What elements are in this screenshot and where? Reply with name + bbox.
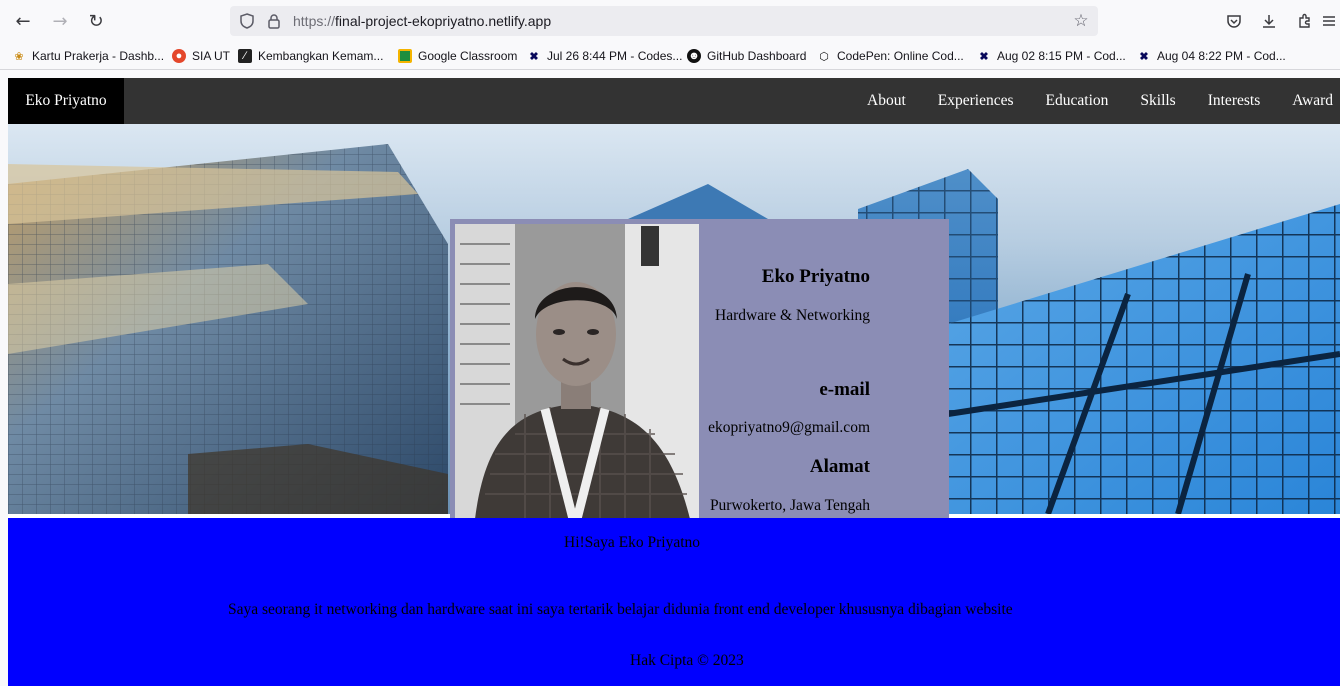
lock-icon[interactable] — [265, 13, 283, 29]
extensions-icon[interactable] — [1295, 11, 1315, 31]
nav-skills[interactable]: Skills — [1140, 92, 1175, 110]
pocket-icon[interactable] — [1224, 11, 1244, 31]
address-heading: Alamat — [809, 456, 870, 477]
bookmark-item[interactable]: ⬡ CodePen: Online Cod... — [817, 47, 964, 65]
nav-education[interactable]: Education — [1046, 92, 1109, 110]
dicoding-icon: ∕ — [238, 49, 252, 63]
codepen-icon: ⬡ — [819, 50, 829, 63]
google-classroom-icon — [398, 49, 412, 63]
nav-interests[interactable]: Interests — [1208, 92, 1261, 110]
about-description: Saya seorang it networking dan hardware … — [228, 601, 1013, 618]
web-page: Eko Priyatno About Experiences Education… — [8, 78, 1340, 686]
bookmark-item[interactable]: ∕ Kembangkan Kemam... — [238, 47, 383, 65]
top-navbar: Eko Priyatno About Experiences Education… — [8, 78, 1340, 124]
back-arrow-icon[interactable]: ← — [11, 9, 35, 33]
email-value: ekopriyatno9@gmail.com — [708, 419, 870, 436]
bookmark-item[interactable]: ☻ GitHub Dashboard — [687, 47, 806, 65]
bookmark-item[interactable]: ✖ Jul 26 8:44 PM - Codes... — [527, 47, 682, 65]
bookmark-item[interactable]: ✖ Aug 02 8:15 PM - Cod... — [977, 47, 1125, 65]
email-heading: e-mail — [819, 379, 870, 400]
github-icon: ☻ — [687, 49, 701, 63]
bookmarks-bar: ❀ Kartu Prakerja - Dashb... ● SIA UT ∕ Kemb… — [0, 42, 1340, 70]
shield-icon[interactable] — [238, 13, 256, 29]
codesandbox-icon: ✖ — [529, 50, 539, 63]
url-text[interactable]: https://final-project-ekopriyatno.netlif… — [293, 13, 551, 29]
download-icon[interactable] — [1259, 11, 1279, 31]
forward-arrow-icon[interactable]: → — [48, 9, 72, 33]
about-section: Hi!Saya Eko Priyatno Saya seorang it net… — [8, 518, 1340, 686]
nav-about[interactable]: About — [867, 92, 906, 110]
codesandbox-icon: ✖ — [979, 50, 989, 63]
bookmark-item[interactable]: ❀ Kartu Prakerja - Dashb... — [12, 47, 164, 65]
sia-ut-icon: ● — [172, 49, 186, 63]
address-bar[interactable]: https://final-project-ekopriyatno.netlif… — [230, 6, 1098, 36]
menu-icon[interactable] — [1322, 11, 1336, 31]
profile-card: Eko Priyatno Hardware & Networking e-mai… — [450, 219, 949, 519]
bookmark-item[interactable]: Google Classroom — [398, 47, 517, 65]
about-greeting: Hi!Saya Eko Priyatno — [564, 534, 701, 551]
profile-role: Hardware & Networking — [715, 307, 870, 324]
nav-links: About Experiences Education Skills Inter… — [835, 78, 1340, 124]
prakerja-icon: ❀ — [14, 50, 24, 63]
brand-link[interactable]: Eko Priyatno — [8, 78, 124, 124]
nav-experiences[interactable]: Experiences — [938, 92, 1014, 110]
bookmark-item[interactable]: ● SIA UT — [172, 47, 230, 65]
profile-info: Eko Priyatno Hardware & Networking e-mai… — [700, 219, 870, 519]
bookmark-star-icon[interactable]: ☆ — [1072, 11, 1090, 31]
profile-name: Eko Priyatno — [761, 266, 870, 287]
address-value: Purwokerto, Jawa Tengah — [709, 497, 870, 514]
bookmark-item[interactable]: ✖ Aug 04 8:22 PM - Cod... — [1137, 47, 1285, 65]
profile-photo — [455, 224, 699, 519]
footer-copyright: Hak Cipta © 2023 — [630, 652, 744, 669]
nav-award[interactable]: Award — [1292, 92, 1333, 110]
browser-toolbar: ← → ↻ https://final-project-ekopriyatno.… — [0, 0, 1340, 42]
reload-icon[interactable]: ↻ — [84, 9, 108, 33]
codesandbox-icon: ✖ — [1139, 50, 1149, 63]
